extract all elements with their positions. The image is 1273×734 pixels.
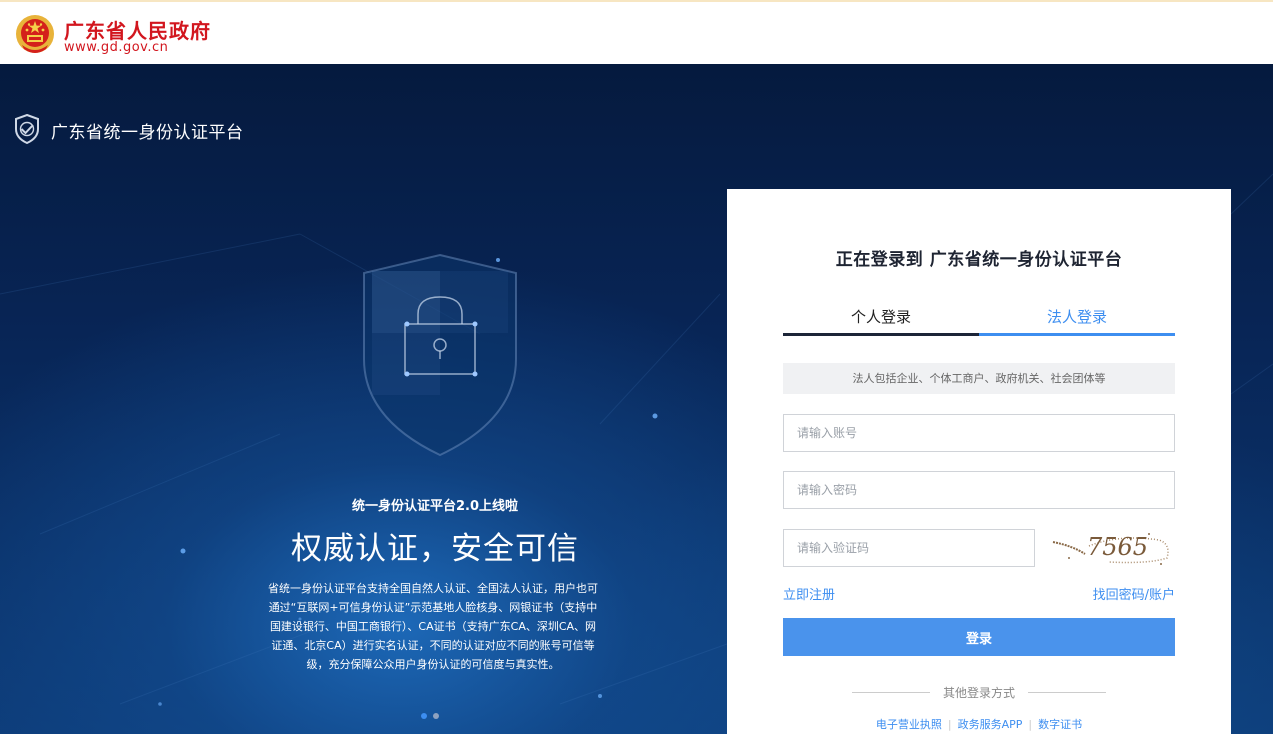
- recover-account-link[interactable]: 找回密码/账户: [1093, 584, 1175, 603]
- password-input[interactable]: [783, 471, 1175, 509]
- divider-line-right: [1028, 692, 1106, 693]
- login-tabs: 个人登录 法人登录: [783, 294, 1175, 336]
- account-input[interactable]: [783, 414, 1175, 452]
- top-header: 广东省人民政府 www.gd.gov.cn: [0, 0, 1273, 64]
- lock-shield-icon: [363, 253, 517, 457]
- captcha-code: 7565: [1087, 533, 1148, 561]
- separator: |: [947, 718, 952, 731]
- platform-name[interactable]: 广东省统一身份认证平台: [51, 118, 244, 143]
- tab-personal-login[interactable]: 个人登录: [783, 294, 979, 336]
- gov-service-app-login-link[interactable]: 政务服务APP: [958, 718, 1023, 731]
- register-link[interactable]: 立即注册: [783, 584, 835, 603]
- national-emblem-icon[interactable]: [14, 13, 56, 55]
- captcha-input[interactable]: [783, 529, 1035, 567]
- carousel-dot-2[interactable]: [433, 713, 439, 719]
- login-card: 正在登录到 广东省统一身份认证平台 个人登录 法人登录 法人包括企业、个体工商户…: [727, 189, 1231, 734]
- captcha-image[interactable]: 7565: [1049, 524, 1175, 570]
- login-title: 正在登录到 广东省统一身份认证平台: [835, 250, 1123, 270]
- carousel-dot-1[interactable]: [421, 713, 427, 719]
- digital-certificate-login-link[interactable]: 数字证书: [1038, 718, 1082, 731]
- separator: |: [1028, 718, 1033, 731]
- tab-legal-person-login[interactable]: 法人登录: [979, 294, 1175, 336]
- hero-description: 省统一身份认证平台支持全国自然人认证、全国法人认证，用户也可通过“互联网+可信身…: [268, 582, 598, 671]
- legal-person-notice: 法人包括企业、个体工商户、政府机关、社会团体等: [783, 363, 1175, 394]
- site-url[interactable]: www.gd.gov.cn: [64, 40, 168, 55]
- shield-check-icon: [15, 114, 39, 144]
- business-license-login-link[interactable]: 电子营业执照: [876, 718, 942, 731]
- hero-title: 权威认证，安全可信: [291, 531, 579, 567]
- carousel-indicators: [421, 704, 445, 723]
- hero-section: 广东省统一身份认证平台 统一身份认证平台2.0上线啦 权威认证，安全可信 省统一…: [0, 64, 1273, 734]
- hero-subtitle: 统一身份认证平台2.0上线啦: [351, 499, 519, 514]
- other-login-divider: 其他登录方式: [852, 684, 1106, 700]
- login-button[interactable]: 登录: [783, 618, 1175, 656]
- other-login-methods: 电子营业执照 | 政务服务APP | 数字证书: [727, 716, 1231, 732]
